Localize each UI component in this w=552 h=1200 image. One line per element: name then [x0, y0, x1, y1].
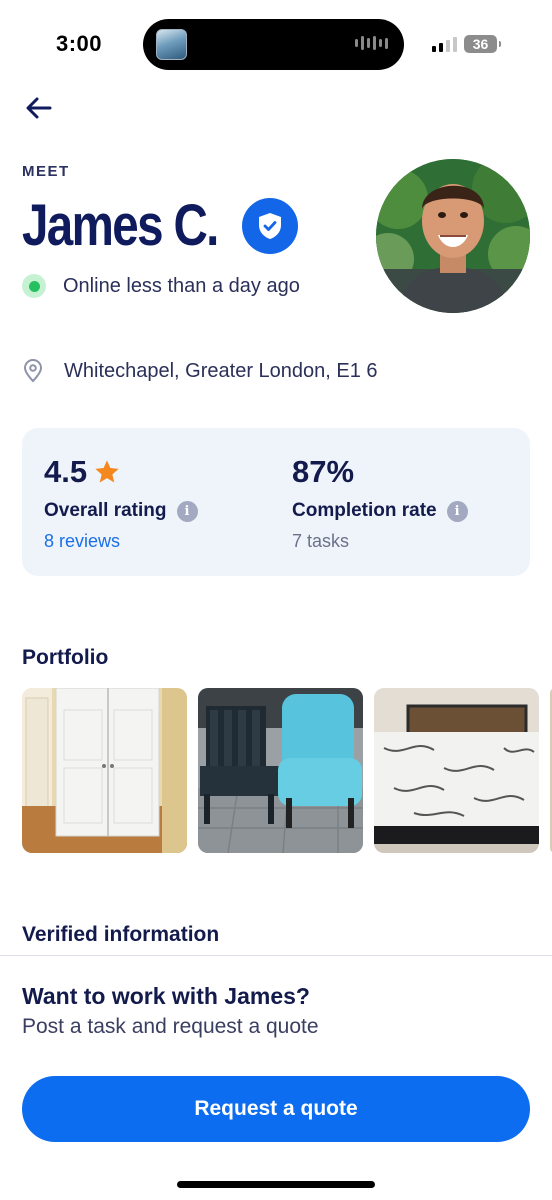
location-text: Whitechapel, Greater London, E1 6 — [64, 359, 378, 382]
back-button[interactable] — [22, 92, 56, 124]
online-status-text: Online less than a day ago — [63, 274, 300, 297]
profile-photo — [376, 159, 530, 313]
online-status: Online less than a day ago — [22, 274, 300, 298]
bottom-panel-divider — [0, 955, 552, 956]
bed-mattress-photo — [374, 688, 539, 853]
verified-information-title: Verified information — [22, 923, 220, 946]
arrow-left-icon — [26, 97, 52, 119]
meet-label: MEET — [22, 163, 70, 180]
cta-subtitle: Post a task and request a quote — [22, 1015, 319, 1038]
star-icon — [95, 460, 119, 483]
map-pin-icon — [23, 359, 43, 383]
portfolio-item-wardrobe[interactable] — [22, 688, 187, 853]
tasks-count: 7 tasks — [292, 531, 350, 551]
name-row: James C. — [22, 192, 298, 259]
rating-label: Overall rating — [44, 500, 167, 521]
portfolio-item-bed[interactable] — [374, 688, 539, 853]
completion-value: 87% — [292, 454, 355, 489]
now-playing-thumbnail — [156, 29, 187, 60]
rating-stat: 4.5 Overall rating i 8 reviews — [44, 454, 198, 552]
stats-card: 4.5 Overall rating i 8 reviews 87% Compl… — [22, 428, 530, 576]
cta-title: Want to work with James? — [22, 983, 310, 1009]
reviews-link[interactable]: 8 reviews — [44, 531, 198, 552]
status-time: 3:00 — [56, 31, 103, 56]
info-icon[interactable]: i — [446, 500, 468, 522]
portfolio-gallery[interactable] — [22, 688, 552, 854]
shield-check-icon — [259, 212, 281, 239]
portfolio-title: Portfolio — [22, 646, 109, 669]
completion-label: Completion rate — [292, 500, 437, 521]
audio-wave-icon — [355, 36, 388, 50]
cellular-signal-icon — [432, 37, 457, 52]
rating-value: 4.5 — [44, 454, 88, 489]
online-indicator-icon — [22, 274, 46, 298]
avatar — [376, 159, 530, 313]
info-icon[interactable]: i — [176, 500, 198, 522]
home-indicator[interactable] — [177, 1181, 375, 1188]
tasker-name: James C. — [22, 193, 219, 258]
wardrobe-photo — [22, 688, 187, 853]
verified-badge[interactable] — [242, 197, 298, 254]
location-row: Whitechapel, Greater London, E1 6 — [22, 359, 378, 383]
dynamic-island — [143, 19, 404, 70]
completion-stat: 87% Completion rate i 7 tasks — [292, 454, 468, 552]
battery-icon: 36 — [464, 35, 501, 53]
request-quote-button[interactable]: Request a quote — [22, 1076, 530, 1142]
portfolio-item-chairs[interactable] — [198, 688, 363, 853]
garden-chairs-photo — [198, 688, 363, 853]
